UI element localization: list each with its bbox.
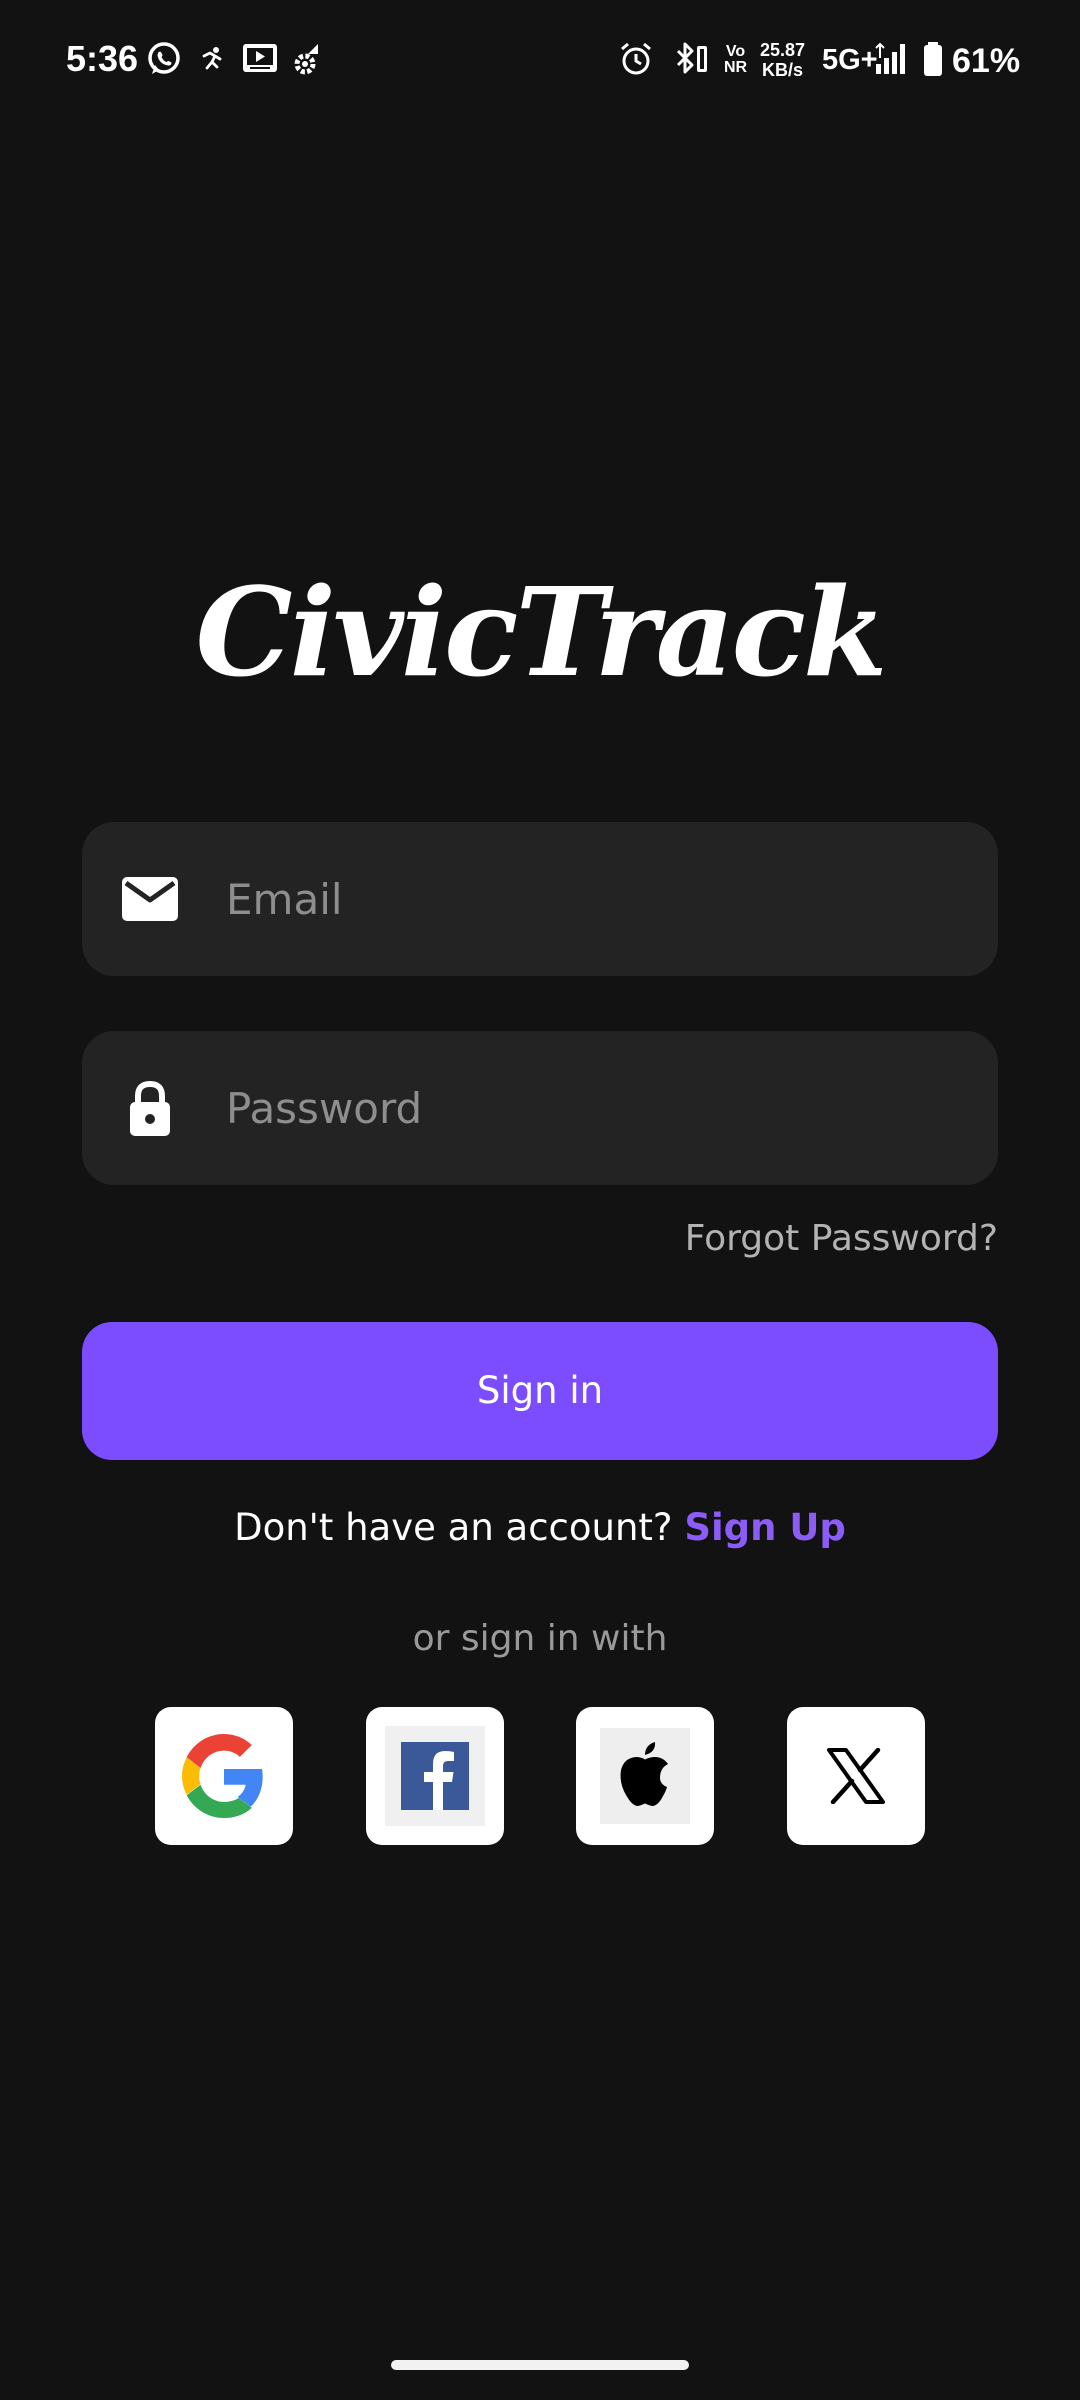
alarm-icon bbox=[621, 42, 651, 75]
sign-in-button[interactable]: Sign in bbox=[82, 1322, 998, 1460]
mail-icon bbox=[122, 877, 178, 921]
battery-icon bbox=[924, 42, 942, 76]
volte-indicator: Vo NR bbox=[724, 44, 747, 76]
x-icon bbox=[827, 1748, 885, 1804]
volte-bottom: NR bbox=[724, 59, 748, 76]
google-icon bbox=[182, 1734, 263, 1818]
facebook-signin-button[interactable] bbox=[366, 1707, 504, 1845]
media-icon bbox=[243, 44, 277, 72]
social-signin-label: or sign in with bbox=[412, 1618, 668, 1659]
facebook-icon bbox=[385, 1726, 485, 1826]
signup-prompt-text: Don't have an account? bbox=[234, 1506, 673, 1549]
apple-signin-button[interactable] bbox=[576, 1707, 714, 1845]
battery-percent: 61% bbox=[952, 42, 1021, 80]
email-field-container[interactable] bbox=[82, 822, 998, 976]
password-field-container[interactable] bbox=[82, 1031, 998, 1185]
net-speed: 25.87 KB/s bbox=[760, 40, 805, 80]
lock-icon bbox=[130, 1080, 170, 1136]
google-signin-button[interactable] bbox=[155, 1707, 293, 1845]
apple-icon bbox=[600, 1728, 690, 1824]
app-logo: CivicTrack bbox=[195, 560, 887, 704]
sign-up-link[interactable]: Sign Up bbox=[684, 1506, 846, 1549]
signup-prompt: Don't have an account? Sign Up bbox=[0, 1506, 1080, 1549]
password-input[interactable] bbox=[226, 1031, 966, 1185]
login-screen: 5:36 Vo NR 25.87 KB/s 5G+ 61% CivicTrack… bbox=[0, 0, 1080, 2400]
running-icon bbox=[202, 47, 222, 70]
signal-icon bbox=[875, 42, 905, 74]
volte-top: Vo bbox=[725, 43, 746, 60]
network-type: 5G+ bbox=[822, 44, 878, 76]
bluetooth-icon bbox=[676, 42, 707, 74]
home-indicator[interactable] bbox=[391, 2360, 689, 2370]
status-time: 5:36 bbox=[66, 38, 139, 79]
network-gear-icon bbox=[294, 44, 318, 75]
whatsapp-icon bbox=[148, 42, 180, 74]
forgot-password-link[interactable]: Forgot Password? bbox=[685, 1218, 998, 1259]
net-speed-unit: KB/s bbox=[762, 60, 804, 80]
email-input[interactable] bbox=[226, 822, 966, 976]
x-signin-button[interactable] bbox=[787, 1707, 925, 1845]
status-bar: 5:36 Vo NR 25.87 KB/s 5G+ 61% bbox=[0, 0, 1080, 124]
net-speed-value: 25.87 bbox=[760, 40, 806, 60]
